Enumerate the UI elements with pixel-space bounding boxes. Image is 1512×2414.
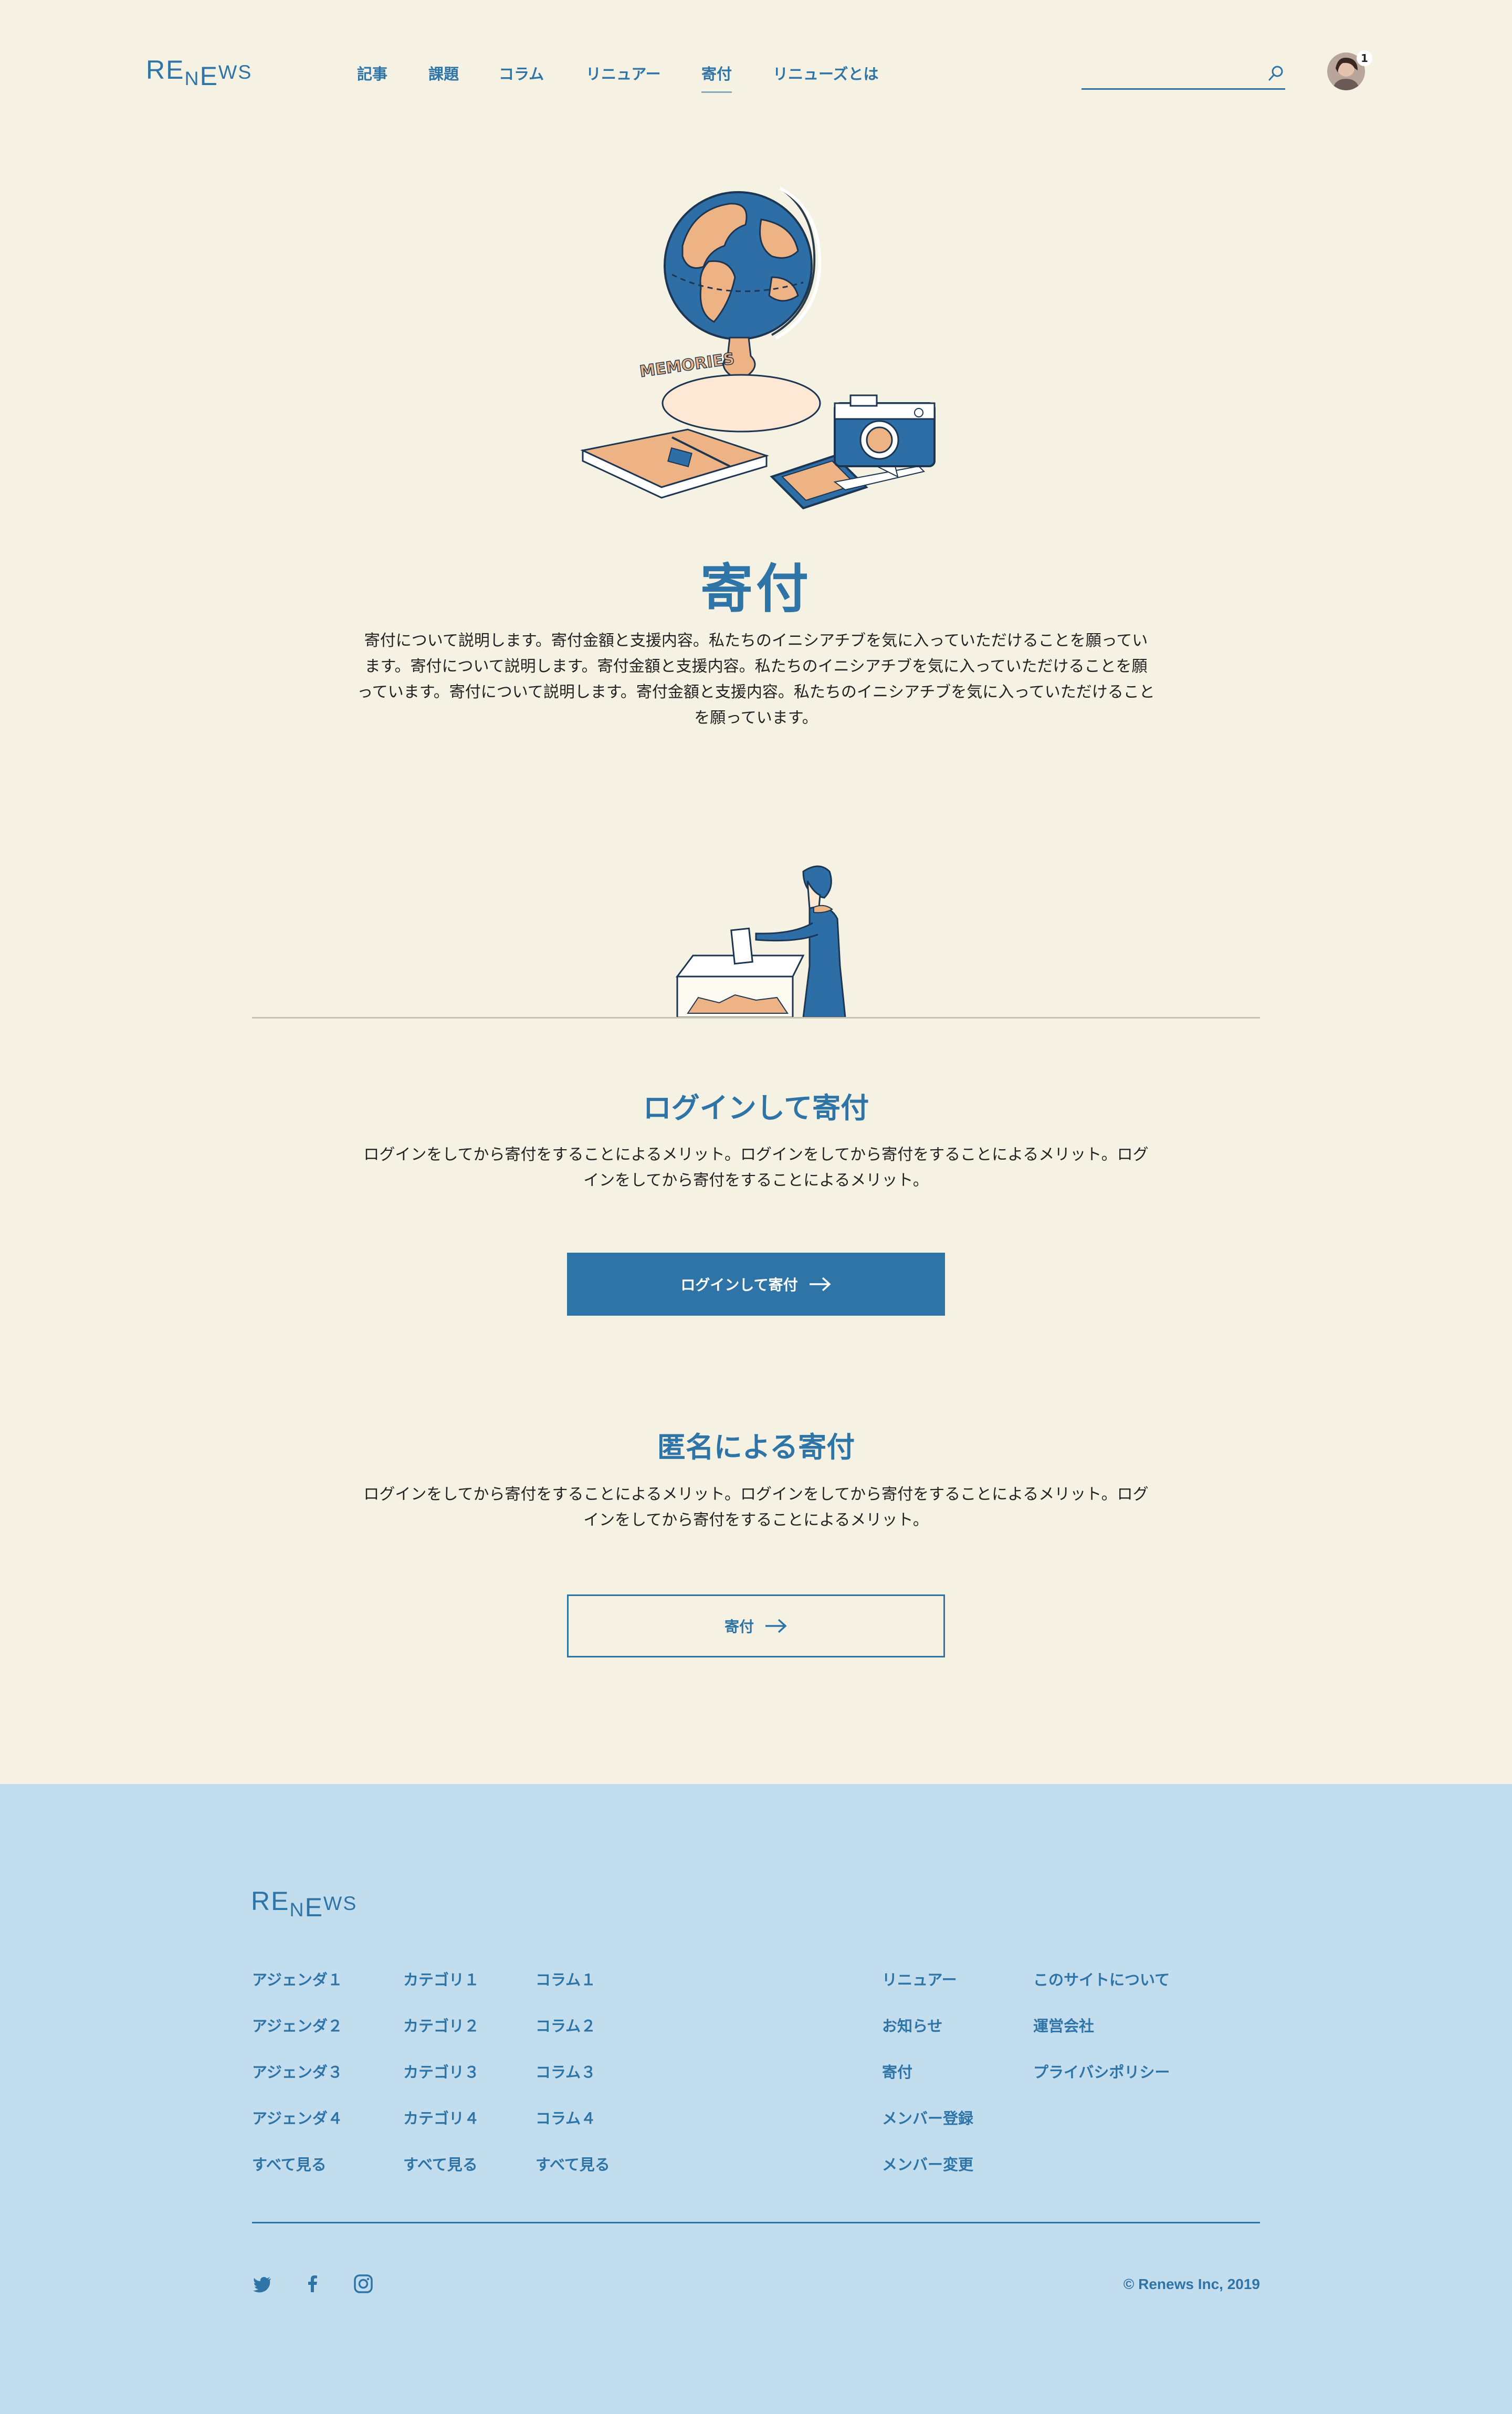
footer-link-news[interactable]: お知らせ: [882, 2014, 942, 2036]
footer-link-column-3[interactable]: コラム３: [536, 2060, 596, 2082]
page-title: 寄付: [700, 558, 812, 620]
facebook-icon[interactable]: [302, 2273, 323, 2294]
copyright: © Renews Inc, 2019: [1123, 2276, 1260, 2292]
globe-travel-illustration: MEMORIES: [580, 186, 936, 510]
footer-link-company[interactable]: 運営会社: [1033, 2014, 1094, 2036]
nav-renewer[interactable]: リニュアー: [586, 62, 661, 84]
login-donate-button[interactable]: ログインして寄付: [567, 1253, 945, 1316]
notification-badge: 1: [1357, 50, 1372, 66]
search-box: [1082, 58, 1285, 90]
intro-text: 寄付について説明します。寄付金額と支援内容。私たちのイニシアチブを気に入っていた…: [357, 632, 1155, 727]
footer-logo[interactable]: RENEWS: [251, 1886, 357, 1922]
footer-divider: [252, 2222, 1260, 2223]
search-icon[interactable]: [1267, 64, 1285, 82]
nav-articles[interactable]: 記事: [357, 62, 387, 84]
anonymous-donate-button[interactable]: 寄付: [567, 1594, 945, 1657]
donation-box-illustration: [676, 865, 846, 1017]
footer-link-column-2[interactable]: コラム２: [536, 2014, 596, 2036]
footer-link-category-2[interactable]: カテゴリ２: [403, 2014, 479, 2036]
footer-link-column-1[interactable]: コラム１: [536, 1968, 596, 1990]
footer-link-agenda-1[interactable]: アジェンダ１: [252, 1968, 343, 1990]
login-donation-title: ログインして寄付: [643, 1091, 869, 1125]
footer-link-column-4[interactable]: コラム４: [536, 2106, 596, 2128]
login-donate-button-label: ログインして寄付: [680, 1276, 798, 1294]
anonymous-donation-title: 匿名による寄付: [657, 1431, 855, 1464]
arrow-right-icon: [765, 1619, 787, 1633]
footer-link-agenda-all[interactable]: すべて見る: [252, 2153, 327, 2175]
footer-link-about-site[interactable]: このサイトについて: [1033, 1968, 1170, 1990]
anonymous-donation-text: ログインをしてから寄付をすることによるメリット。ログインをしてから寄付をすること…: [363, 1485, 1149, 1529]
footer-link-member-change[interactable]: メンバー変更: [882, 2153, 973, 2175]
site-logo[interactable]: RENEWS: [146, 55, 252, 91]
login-donation-text: ログインをしてから寄付をすることによるメリット。ログインをしてから寄付をすること…: [363, 1146, 1149, 1190]
footer-link-agenda-3[interactable]: アジェンダ３: [252, 2060, 343, 2082]
footer-link-member-register[interactable]: メンバー登録: [882, 2106, 973, 2128]
footer-link-renewer[interactable]: リニュアー: [882, 1968, 957, 1990]
section-divider: [252, 1017, 1260, 1019]
nav-issues[interactable]: 課題: [428, 62, 459, 84]
footer-link-column-all[interactable]: すべて見る: [536, 2153, 610, 2175]
arrow-right-icon: [809, 1277, 831, 1292]
footer-link-category-3[interactable]: カテゴリ３: [403, 2060, 479, 2082]
instagram-icon[interactable]: [353, 2273, 374, 2294]
nav-about[interactable]: リニューズとは: [773, 62, 879, 84]
footer-link-agenda-4[interactable]: アジェンダ４: [252, 2106, 343, 2128]
footer-link-donation[interactable]: 寄付: [882, 2060, 912, 2082]
nav-donation[interactable]: 寄付: [701, 62, 732, 93]
footer-link-category-all[interactable]: すべて見る: [403, 2153, 478, 2175]
footer-link-privacy[interactable]: プライバシポリシー: [1033, 2060, 1170, 2082]
footer-link-category-4[interactable]: カテゴリ４: [403, 2106, 479, 2128]
site-footer: [0, 1784, 1512, 2414]
twitter-icon[interactable]: [252, 2273, 273, 2294]
nav-column[interactable]: コラム: [499, 62, 544, 84]
footer-link-agenda-2[interactable]: アジェンダ２: [252, 2014, 343, 2036]
anonymous-donate-button-label: 寄付: [724, 1618, 754, 1635]
footer-link-category-1[interactable]: カテゴリ１: [403, 1968, 479, 1990]
search-input[interactable]: [1082, 58, 1257, 87]
